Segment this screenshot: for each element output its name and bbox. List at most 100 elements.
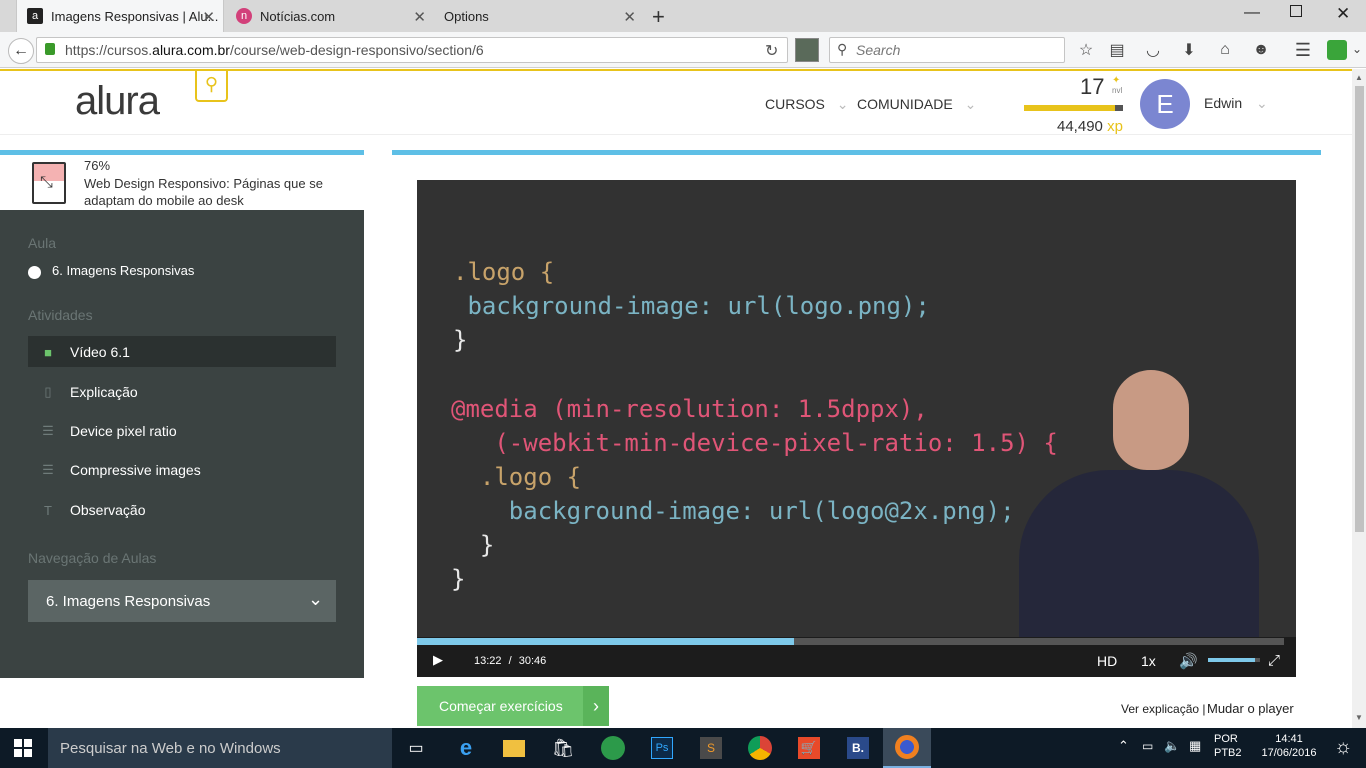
see-explanation-label: Ver explicação xyxy=(1121,702,1200,716)
lesson-nav-select-label: 6. Imagens Responsivas xyxy=(46,592,211,610)
speaker-icon[interactable]: 🔈 xyxy=(1164,738,1180,754)
speed-button[interactable]: 1x xyxy=(1141,653,1156,669)
scroll-up-arrow-icon[interactable]: ▲ xyxy=(1355,73,1363,82)
nav-cursos[interactable]: CURSOS ⌄ xyxy=(765,96,849,113)
change-player-link[interactable]: Mudar o player xyxy=(1207,701,1294,716)
aula-item-label: 6. Imagens Responsivas xyxy=(52,263,195,278)
notifications-icon[interactable]: ☼ xyxy=(1334,736,1352,759)
brackets-icon[interactable]: B. xyxy=(842,732,874,764)
code-line-9: } xyxy=(451,565,466,593)
pocket-icon[interactable]: ◡ xyxy=(1143,40,1163,60)
lesson-nav-select[interactable]: 6. Imagens Responsivas ⌄ xyxy=(28,580,336,622)
overflow-chevron-icon[interactable]: ⌄ xyxy=(1352,42,1362,56)
nav-comunidade-label: COMUNIDADE xyxy=(857,96,953,112)
chrome-icon[interactable] xyxy=(744,732,776,764)
close-tab-icon[interactable]: ✕ xyxy=(413,8,426,26)
current-time: 13:22 xyxy=(474,655,502,667)
activity-compressive-images[interactable]: ☰ Compressive images xyxy=(28,454,336,485)
input-language[interactable]: POR PTB2 xyxy=(1214,733,1242,759)
firefox-dev-icon[interactable] xyxy=(597,732,629,764)
video-player[interactable]: .logo { background-image: url(logo.png);… xyxy=(417,180,1296,677)
reload-icon[interactable]: ↻ xyxy=(765,41,778,61)
xp-progress-track xyxy=(1024,105,1123,111)
extension-photo-icon[interactable] xyxy=(795,38,819,62)
browser-tab-bar: a Imagens Responsivas | Alu... ✕ n Notíc… xyxy=(0,0,1366,32)
time-separator: / xyxy=(508,655,512,667)
menu-hamburger-icon[interactable]: ☰ xyxy=(1293,40,1313,60)
edge-browser-icon[interactable]: e xyxy=(450,732,482,764)
tab-label: Notícias.com xyxy=(260,8,336,24)
scroll-down-arrow-icon[interactable]: ▼ xyxy=(1355,713,1363,722)
new-tab-button[interactable]: + xyxy=(652,4,665,30)
restore-window-button[interactable] xyxy=(1290,5,1302,17)
tab-options[interactable]: Options ✕ xyxy=(436,0,644,32)
url-path: /course/web-design-responsivo/section/6 xyxy=(229,42,484,58)
network-icon[interactable]: ▦ xyxy=(1189,738,1201,754)
photoshop-icon[interactable]: Ps xyxy=(646,732,678,764)
minimize-window-button[interactable]: — xyxy=(1244,4,1260,22)
chat-icon[interactable]: ☻ xyxy=(1251,40,1271,60)
home-icon[interactable]: ⌂ xyxy=(1215,40,1235,60)
code-line-1: .logo { xyxy=(453,258,554,286)
site-search-icon[interactable]: ⚲ xyxy=(195,69,228,102)
file-explorer-icon[interactable] xyxy=(498,732,530,764)
task-view-icon[interactable]: ▭ xyxy=(400,732,432,764)
back-button[interactable]: ← xyxy=(8,38,34,64)
code-line-3: } xyxy=(453,326,468,354)
tab-noticias[interactable]: n Notícias.com ✕ xyxy=(226,0,434,32)
alura-favicon-icon: a xyxy=(27,8,43,24)
video-progress-track[interactable] xyxy=(417,638,1284,645)
download-icon[interactable]: ⬇ xyxy=(1179,40,1199,60)
windows-start-icon[interactable] xyxy=(14,739,32,757)
clock-time: 14:41 xyxy=(1275,733,1303,745)
activity-label: Vídeo 6.1 xyxy=(70,343,130,360)
bookmark-star-icon[interactable]: ☆ xyxy=(1076,40,1096,60)
close-tab-icon[interactable]: ✕ xyxy=(202,8,215,26)
user-menu[interactable]: Edwin ⌄ xyxy=(1204,95,1268,112)
link-separator: | xyxy=(1202,702,1206,716)
tray-chevron-up-icon[interactable]: ⌃ xyxy=(1118,738,1129,754)
address-bar[interactable]: https://cursos. alura.com.br/course/web-d… xyxy=(36,37,788,63)
avatar[interactable]: E xyxy=(1140,79,1190,129)
close-window-button[interactable]: ✕ xyxy=(1336,4,1350,24)
sublime-text-icon[interactable]: S xyxy=(695,732,727,764)
firefox-taskbar-button[interactable] xyxy=(883,728,931,768)
xp-label: xp xyxy=(1107,118,1123,135)
start-exercises-button[interactable]: Começar exercícios › xyxy=(417,686,609,726)
code-line-2: background-image: url(logo.png); xyxy=(453,292,930,320)
battery-icon[interactable]: ▭ xyxy=(1142,739,1153,753)
shopping-cart-icon[interactable]: 🛒 xyxy=(793,732,825,764)
activity-video[interactable]: ■ Vídeo 6.1 xyxy=(28,336,336,367)
nav-comunidade[interactable]: COMUNIDADE ⌄ xyxy=(857,96,976,113)
tab-label: Options xyxy=(444,8,489,24)
alura-logo[interactable]: alura xyxy=(75,79,160,124)
fullscreen-icon[interactable]: ⤢ xyxy=(1268,652,1280,669)
play-icon[interactable]: ▶ xyxy=(433,652,443,668)
aula-heading: Aula xyxy=(28,235,57,251)
activity-observacao[interactable]: T Observação xyxy=(28,494,336,525)
addon-shield-icon[interactable] xyxy=(1327,40,1347,60)
nav-cursos-label: CURSOS xyxy=(765,96,825,112)
course-card[interactable]: ⤡ 76% Web Design Responsivo: Páginas que… xyxy=(0,155,364,210)
see-explanation-link[interactable]: Ver explicação | xyxy=(1121,702,1206,716)
text-icon: T xyxy=(44,502,52,518)
url-prefix: https://cursos. xyxy=(65,42,153,58)
taskbar-search[interactable]: Pesquisar na Web e no Windows xyxy=(48,728,392,768)
quality-button[interactable]: HD xyxy=(1097,653,1117,669)
navegacao-heading: Navegação de Aulas xyxy=(28,550,157,566)
tab-imagens-responsivas[interactable]: a Imagens Responsivas | Alu... ✕ xyxy=(16,0,224,32)
close-tab-icon[interactable]: ✕ xyxy=(623,8,636,26)
reading-list-icon[interactable]: ▤ xyxy=(1107,40,1127,60)
aula-item[interactable]: 6. Imagens Responsivas xyxy=(28,262,194,279)
scrollbar-thumb[interactable] xyxy=(1355,86,1364,532)
volume-icon[interactable]: 🔊 xyxy=(1179,652,1198,670)
chevron-down-icon: ⌄ xyxy=(836,96,849,112)
code-line-5: (-webkit-min-device-pixel-ratio: 1.5) { xyxy=(451,429,1058,457)
activity-device-pixel-ratio[interactable]: ☰ Device pixel ratio xyxy=(28,415,336,446)
course-title-line2: adaptam do mobile ao desk xyxy=(84,193,244,208)
taskbar-clock[interactable]: 14:41 17/06/2016 xyxy=(1255,733,1323,759)
volume-slider[interactable] xyxy=(1208,658,1260,662)
activity-explicacao[interactable]: ▯ Explicação xyxy=(28,376,336,407)
store-icon[interactable]: 🛍 xyxy=(547,732,579,764)
browser-search-box[interactable]: ⚲ Search xyxy=(829,37,1065,63)
